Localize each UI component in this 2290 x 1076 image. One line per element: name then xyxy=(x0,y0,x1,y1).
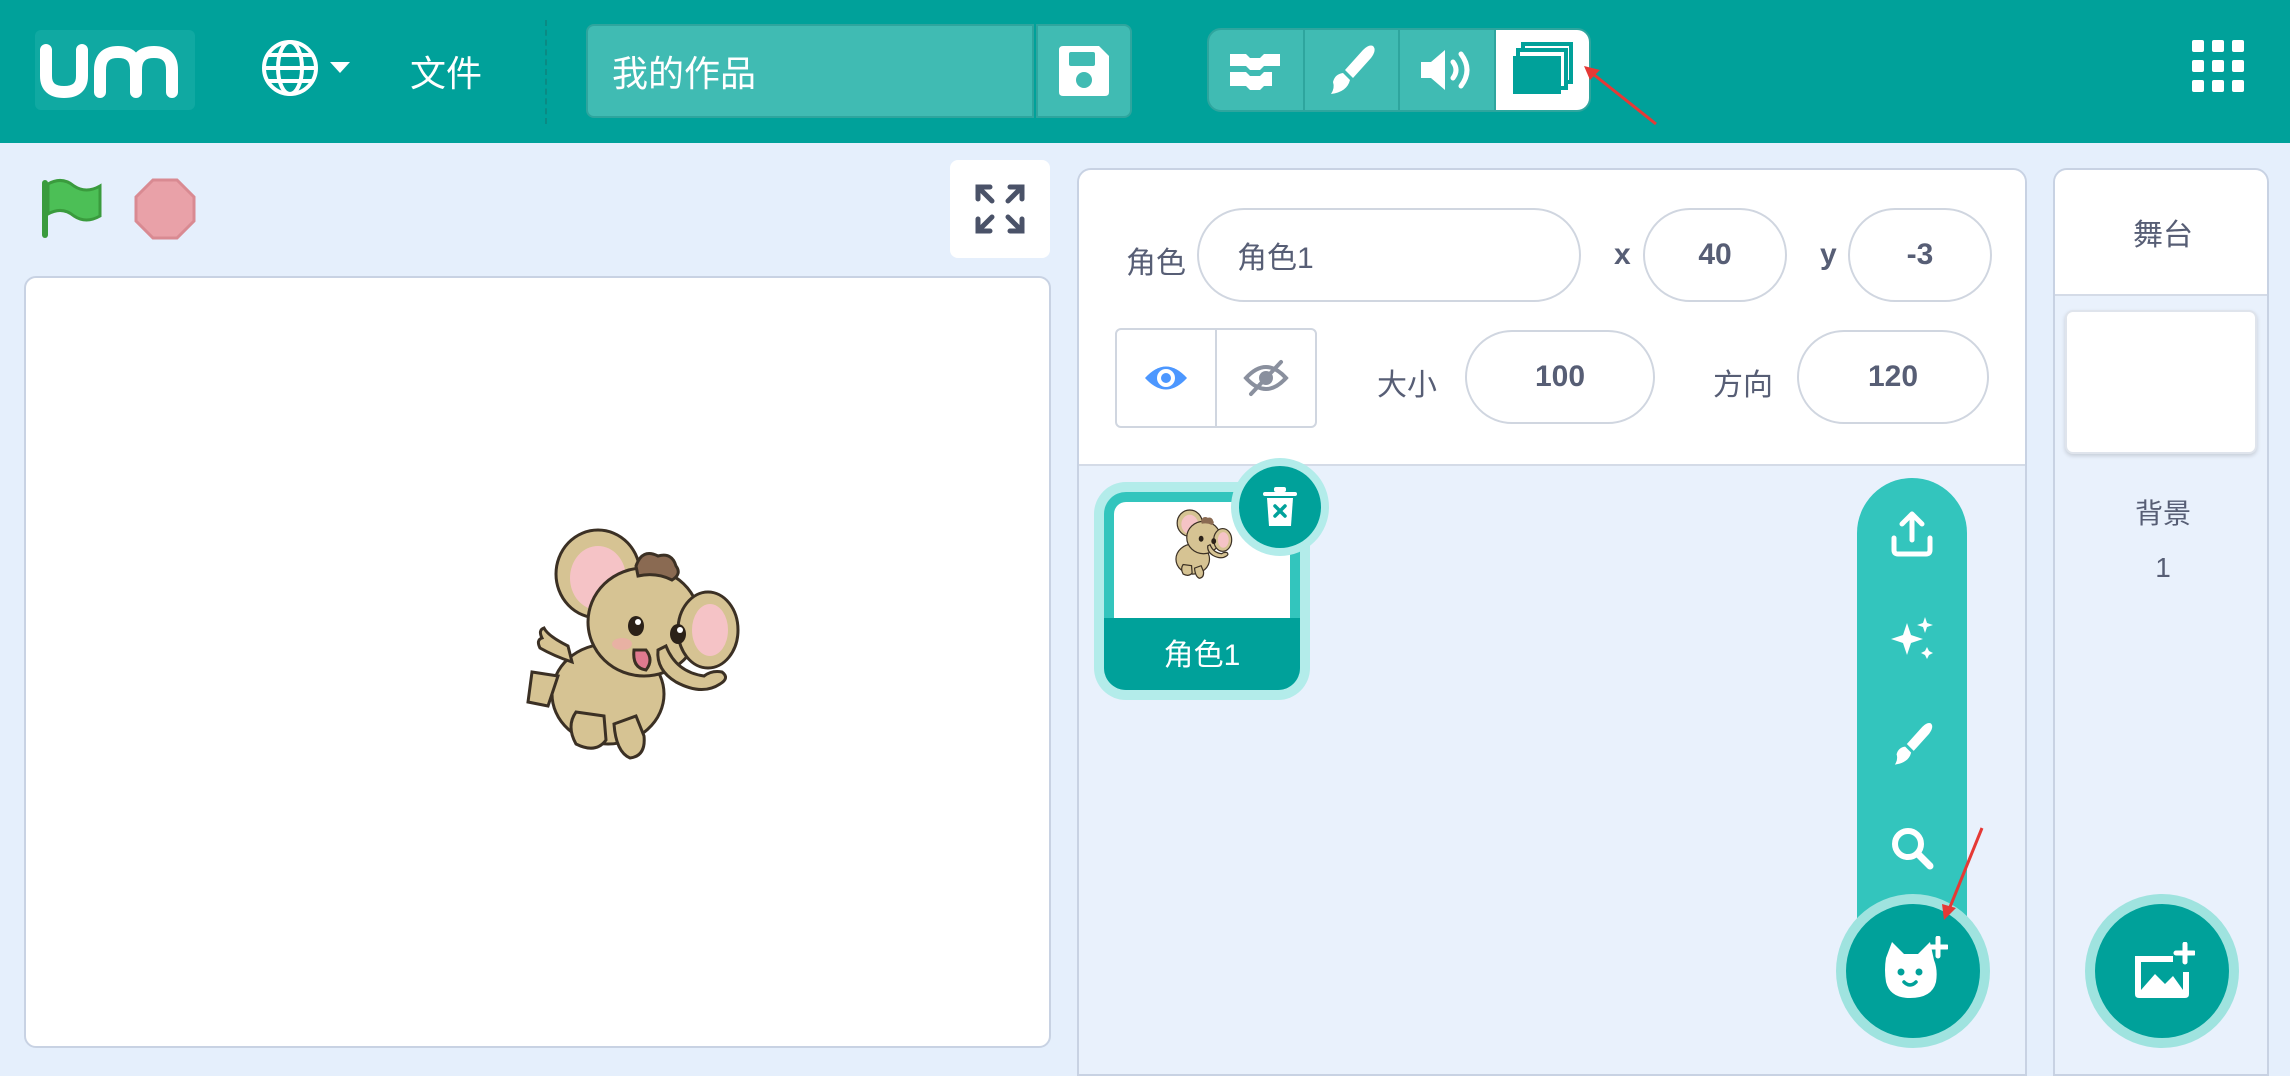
show-sprite-button[interactable] xyxy=(1117,330,1217,426)
elephant-sprite[interactable] xyxy=(526,526,746,766)
hide-sprite-button[interactable] xyxy=(1217,330,1315,426)
surprise-sprite-button[interactable] xyxy=(1882,608,1942,668)
language-menu[interactable] xyxy=(260,38,352,98)
add-image-icon xyxy=(2135,942,2195,998)
stop-button[interactable] xyxy=(134,178,196,245)
upload-sprite-button[interactable] xyxy=(1882,504,1942,564)
save-button[interactable] xyxy=(1036,24,1132,118)
sparkles-icon xyxy=(1891,617,1933,659)
cat-plus-icon xyxy=(1885,936,1948,998)
tab-stage[interactable] xyxy=(1495,30,1589,110)
menu-bar: 文件 我的作品 xyxy=(0,0,2290,143)
stage-canvas[interactable] xyxy=(24,276,1051,1048)
direction-label: 方向 xyxy=(1713,369,1773,402)
green-flag-icon xyxy=(42,179,102,238)
apps-grid-icon[interactable] xyxy=(2192,40,2244,92)
choose-sprite-button[interactable] xyxy=(1846,904,1980,1038)
sprite-name-label: 角色 xyxy=(1126,247,1186,280)
search-sprite-button[interactable] xyxy=(1882,818,1942,878)
tab-costumes[interactable] xyxy=(1305,30,1400,110)
editor-mode-tabs xyxy=(1207,28,1591,112)
eye-icon xyxy=(1145,366,1187,390)
backdrop-label: 背景 xyxy=(2134,498,2191,529)
green-flag-button[interactable] xyxy=(40,178,104,245)
save-disk-icon xyxy=(1059,46,1109,96)
upload-icon xyxy=(1891,511,1933,557)
stop-icon xyxy=(134,178,196,240)
choose-backdrop-button[interactable] xyxy=(2095,904,2229,1038)
fullscreen-icon xyxy=(975,184,1025,234)
sprite-name-input[interactable]: 角色1 xyxy=(1197,208,1581,302)
y-label: y xyxy=(1820,238,1837,271)
direction-input[interactable]: 120 xyxy=(1797,330,1989,424)
logo-mark xyxy=(40,44,178,99)
visibility-toggle xyxy=(1115,328,1317,428)
sprite-panel: 角色 角色1 x 40 y -3 大小 100 方向 120 角色1 xyxy=(1077,168,2027,1076)
trash-icon xyxy=(1263,487,1297,526)
code-blocks-icon xyxy=(1229,54,1280,90)
add-sprite-menu xyxy=(1857,478,1967,978)
project-title-input[interactable]: 我的作品 xyxy=(586,24,1034,118)
y-input[interactable]: -3 xyxy=(1848,208,1992,302)
sound-icon xyxy=(1420,50,1470,90)
sprite-info: 角色 角色1 x 40 y -3 大小 100 方向 120 xyxy=(1079,170,2025,466)
paint-sprite-button[interactable] xyxy=(1882,714,1942,774)
paint-brush-icon xyxy=(1894,723,1933,765)
stage-selector: 舞台 背景 1 xyxy=(2053,168,2269,1076)
file-menu[interactable]: 文件 xyxy=(410,45,482,97)
menu-divider xyxy=(545,20,547,124)
delete-sprite-button[interactable] xyxy=(1239,466,1321,548)
logo[interactable] xyxy=(35,30,195,110)
x-label: x xyxy=(1614,238,1631,271)
eye-slash-icon xyxy=(1243,360,1289,396)
backdrop-count: 1 xyxy=(2155,552,2171,583)
x-input[interactable]: 40 xyxy=(1643,208,1787,302)
tab-code[interactable] xyxy=(1209,30,1305,110)
stage-thumbnail[interactable] xyxy=(2065,310,2257,454)
stage-layers-icon xyxy=(1513,42,1574,94)
fullscreen-button[interactable] xyxy=(950,160,1050,258)
search-icon xyxy=(1892,828,1934,870)
stage-title: 舞台 xyxy=(2055,170,2267,296)
sprite-tile-name: 角色1 xyxy=(1163,639,1241,672)
tab-sounds[interactable] xyxy=(1400,30,1496,110)
caret-down-icon xyxy=(330,62,350,73)
globe-icon xyxy=(262,40,318,96)
size-input[interactable]: 100 xyxy=(1465,330,1655,424)
size-label: 大小 xyxy=(1377,369,1437,402)
paint-brush-icon xyxy=(1331,45,1375,94)
